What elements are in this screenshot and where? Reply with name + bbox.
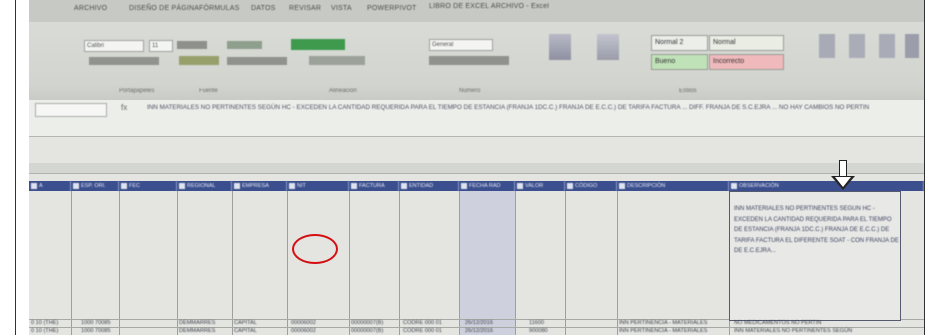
gridline xyxy=(565,191,566,335)
number-format-combo[interactable]: General xyxy=(429,39,493,51)
gridline xyxy=(349,191,350,335)
table-cell[interactable]: DEMMARRES xyxy=(179,328,215,334)
table-cell[interactable]: 0 10 (THE) xyxy=(31,328,58,334)
table-cell[interactable]: 00006002 xyxy=(291,320,316,326)
bold-italic-underline-buttons[interactable] xyxy=(89,57,159,65)
tab-archivo[interactable]: ARCHIVO xyxy=(74,5,107,12)
header-cell[interactable]: ESP. ORI. xyxy=(71,181,119,191)
delete-cells-icon[interactable] xyxy=(849,34,865,58)
table-cell[interactable]: CODRE 000 01 xyxy=(403,320,442,326)
header-cell[interactable]: CÓDIGO xyxy=(565,181,617,191)
screenshot-frame: ARCHIVO DISEÑO DE PÁGINA FÓRMULAS DATOS … xyxy=(0,0,932,335)
gridline xyxy=(399,191,400,335)
group-label-alineacion: Alineación xyxy=(329,88,357,94)
font-size-combo[interactable]: 11 xyxy=(149,40,173,52)
style-incorrecto[interactable]: Incorrecto xyxy=(709,54,784,70)
gridline xyxy=(617,191,618,335)
font-name-combo[interactable]: Calibri xyxy=(84,40,144,52)
group-label-numero: Número xyxy=(459,88,481,94)
tab-revisar[interactable]: REVISAR xyxy=(289,5,321,12)
more-cells-icon[interactable] xyxy=(905,34,919,58)
header-cell[interactable]: FACTURA xyxy=(349,181,399,191)
format-as-table-icon[interactable] xyxy=(597,34,619,60)
group-label-portapapeles: Portapapeles xyxy=(119,88,155,94)
align-top-buttons[interactable] xyxy=(227,41,262,49)
table-cell[interactable]: 11600 xyxy=(529,320,544,326)
gridline xyxy=(459,191,460,335)
header-cell[interactable]: VALOR xyxy=(515,181,565,191)
column-header-strip xyxy=(29,163,924,174)
table-cell[interactable]: 1000 70085 xyxy=(81,328,111,334)
align-buttons[interactable] xyxy=(227,57,287,65)
table-cell[interactable]: 0 10 (THE) xyxy=(31,320,58,326)
table-cell[interactable]: INN PERTINENCIA - MATERIALES xyxy=(619,328,707,334)
table-cell[interactable]: CAPITAL xyxy=(234,320,257,326)
header-cell[interactable]: OBSERVACIÓN xyxy=(729,181,924,191)
observation-text: INN MATERIALES NO PERTINENTES SEGÚN HC -… xyxy=(734,206,899,254)
worksheet-grid: A ESP. ORI. FEC REGIONAL EMPRESA NIT FAC… xyxy=(29,137,924,335)
style-bueno[interactable]: Bueno xyxy=(651,54,708,70)
down-arrow-icon-fill xyxy=(835,177,851,187)
tab-datos[interactable]: DATOS xyxy=(251,5,275,12)
table-cell[interactable]: 00000007(B) xyxy=(351,320,383,326)
ribbon-tabs: ARCHIVO DISEÑO DE PÁGINA FÓRMULAS DATOS … xyxy=(29,0,924,22)
frame-border-right xyxy=(924,0,925,335)
table-cell[interactable]: DEMMARRES xyxy=(179,320,215,326)
conditional-format-icon[interactable] xyxy=(549,34,571,60)
formula-input[interactable]: INN MATERIALES NO PERTINENTES SEGÚN HC -… xyxy=(147,103,917,113)
fx-label: fx xyxy=(121,103,128,112)
table-cell[interactable]: 26/12/2016 xyxy=(465,320,493,326)
gridline xyxy=(287,191,288,335)
header-cell[interactable]: A xyxy=(29,181,71,191)
tab-diseno[interactable]: DISEÑO DE PÁGINA xyxy=(129,5,199,12)
merge-center-button[interactable] xyxy=(309,56,365,65)
header-cell[interactable]: REGIONAL xyxy=(177,181,232,191)
style-normal[interactable]: Normal xyxy=(709,35,784,51)
gridline xyxy=(515,191,516,335)
group-label-fuente: Fuente xyxy=(199,88,218,94)
table-cell[interactable]: 1000 70085 xyxy=(81,320,111,326)
table-cell[interactable]: 900080 xyxy=(529,328,548,334)
tab-vista[interactable]: VISTA xyxy=(331,5,352,12)
table-cell[interactable]: 00006002 xyxy=(291,328,316,334)
table-cell[interactable]: INN PERTINENCIA - MATERIALES xyxy=(619,320,707,326)
header-cell[interactable]: EMPRESA xyxy=(232,181,287,191)
name-box[interactable] xyxy=(35,103,107,117)
table-cell[interactable]: INN MATERIALES NO PERTINENTES SEGÚN xyxy=(734,328,852,334)
header-cell[interactable]: FEC xyxy=(119,181,177,191)
wrap-text-button[interactable] xyxy=(291,39,345,50)
number-format-buttons[interactable] xyxy=(429,56,509,65)
table-cell[interactable]: CODRE 000 01 xyxy=(403,328,442,334)
header-cell[interactable]: NIT xyxy=(287,181,349,191)
excel-photo: ARCHIVO DISEÑO DE PÁGINA FÓRMULAS DATOS … xyxy=(29,0,924,335)
grow-shrink-font-buttons[interactable] xyxy=(177,41,207,49)
gridline xyxy=(232,191,233,335)
table-cell[interactable]: CAPITAL xyxy=(234,328,257,334)
header-cell[interactable]: FECHA RAD xyxy=(459,181,515,191)
table-cell[interactable]: 26/12/2016 xyxy=(465,328,493,334)
gridline xyxy=(71,191,72,335)
fill-color-button[interactable] xyxy=(179,56,219,65)
header-cell[interactable]: ENTIDAD xyxy=(399,181,459,191)
ribbon: Calibri 11 General Normal 2 Normal Bueno… xyxy=(29,22,924,101)
tab-formulas[interactable]: FÓRMULAS xyxy=(199,5,240,12)
group-label-estilos: Estilos xyxy=(679,88,697,94)
selected-column-shade xyxy=(459,191,515,335)
tab-powerpivot[interactable]: POWERPIVOT xyxy=(367,5,416,12)
table-cell[interactable]: NO MEDICAMENTOS NO PERTIN xyxy=(734,320,821,326)
style-normal2[interactable]: Normal 2 xyxy=(651,35,708,51)
gridline xyxy=(177,191,178,335)
red-circle-annotation xyxy=(292,234,338,264)
table-cell[interactable]: 00000007(B) xyxy=(351,328,383,334)
gridline xyxy=(119,191,120,335)
frame-border-left xyxy=(15,0,16,335)
formula-bar: fx INN MATERIALES NO PERTINENTES SEGÚN H… xyxy=(29,100,924,137)
header-cell[interactable]: DESCRIPCIÓN xyxy=(617,181,729,191)
window-title: LIBRO DE EXCEL ARCHIVO - Excel xyxy=(429,3,550,10)
format-cells-icon[interactable] xyxy=(879,34,895,58)
insert-cells-icon[interactable] xyxy=(819,34,835,58)
